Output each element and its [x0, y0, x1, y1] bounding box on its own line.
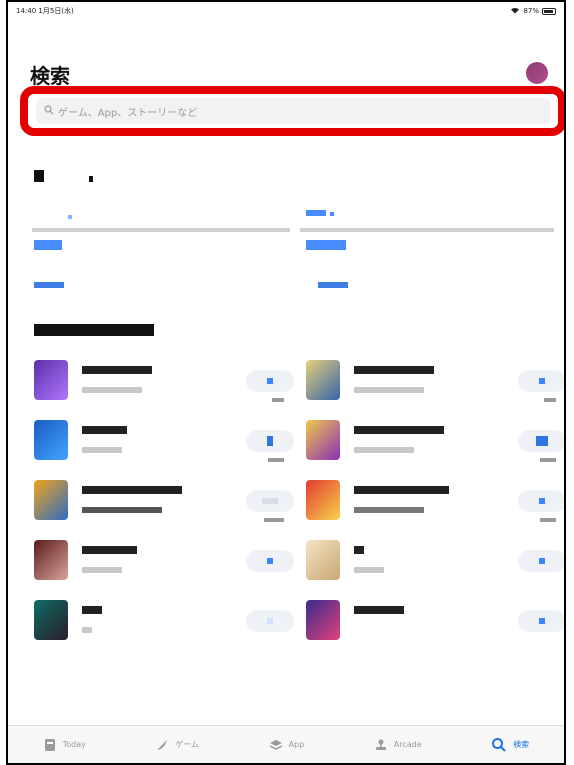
divider	[32, 228, 290, 232]
status-left: 14:40 1月5日(水)	[16, 6, 74, 16]
app-icon	[34, 480, 68, 520]
search-input[interactable]: ゲーム、App、ストーリーなど	[36, 98, 550, 124]
tab-bar: Today ゲーム App Arcade 検索	[8, 725, 564, 763]
app-row[interactable]	[34, 480, 294, 534]
tab-games[interactable]: ゲーム	[155, 738, 199, 752]
price-note-blurred	[540, 456, 556, 464]
app-row[interactable]	[306, 480, 564, 534]
account-avatar[interactable]	[526, 62, 548, 84]
tab-search[interactable]: 検索	[491, 737, 529, 753]
app-row[interactable]	[34, 540, 294, 594]
app-icon	[306, 480, 340, 520]
pixelated-text	[34, 324, 154, 336]
device-frame: 14:40 1月5日(水) 87% 検索 ゲーム、App、ストーリーなど Tod…	[6, 0, 566, 765]
price-note-blurred	[268, 456, 284, 464]
app-name-blurred	[354, 546, 364, 557]
app-row[interactable]	[306, 540, 564, 594]
get-button[interactable]	[246, 370, 294, 392]
get-button[interactable]	[518, 430, 564, 452]
app-name-blurred	[354, 606, 404, 617]
price-note-blurred	[272, 396, 284, 404]
app-subtitle-blurred	[82, 386, 142, 395]
app-row[interactable]	[306, 600, 564, 654]
get-button[interactable]	[246, 550, 294, 572]
status-date: 1月5日(水)	[38, 7, 74, 15]
price-note-blurred	[540, 516, 556, 524]
section-heading-1	[34, 170, 93, 186]
blurred-link[interactable]	[306, 206, 334, 219]
get-button[interactable]	[246, 610, 294, 632]
app-icon	[34, 540, 68, 580]
app-subtitle-blurred	[354, 566, 384, 575]
app-row[interactable]	[34, 420, 294, 474]
wifi-icon	[510, 6, 520, 16]
app-subtitle-blurred	[82, 626, 92, 635]
app-icon	[34, 420, 68, 460]
pixelated-text	[34, 170, 44, 182]
app-name-blurred	[354, 426, 444, 437]
blurred-link[interactable]	[68, 209, 72, 222]
blurred-link[interactable]	[318, 278, 348, 291]
get-button[interactable]	[518, 370, 564, 392]
today-icon	[43, 738, 57, 752]
app-subtitle-blurred	[354, 506, 424, 515]
app-icon	[306, 540, 340, 580]
status-right: 87%	[510, 6, 556, 16]
section-heading-2	[34, 324, 154, 340]
app-row[interactable]	[306, 420, 564, 474]
status-time: 14:40	[16, 7, 37, 15]
search-highlight-box: ゲーム、App、ストーリーなど	[20, 86, 564, 136]
get-button[interactable]	[246, 490, 294, 512]
tab-arcade[interactable]: Arcade	[374, 738, 422, 752]
tab-apps[interactable]: App	[269, 738, 304, 752]
app-name-blurred	[82, 486, 182, 497]
blurred-link[interactable]	[34, 240, 62, 253]
page-title: 検索	[30, 64, 70, 88]
price-note-blurred	[544, 396, 556, 404]
battery-percent: 87%	[523, 7, 539, 15]
rocket-icon	[155, 738, 169, 752]
status-bar: 14:40 1月5日(水) 87%	[8, 2, 564, 20]
app-subtitle-blurred	[354, 446, 414, 455]
joystick-icon	[374, 738, 388, 752]
search-placeholder: ゲーム、App、ストーリーなど	[58, 107, 198, 119]
app-subtitle-blurred	[82, 566, 122, 575]
get-button[interactable]	[518, 550, 564, 572]
app-icon	[34, 600, 68, 640]
get-button[interactable]	[518, 490, 564, 512]
app-name-blurred	[82, 366, 152, 377]
app-name-blurred	[82, 546, 137, 557]
price-note-blurred	[264, 516, 284, 524]
app-icon	[306, 420, 340, 460]
get-button[interactable]	[518, 610, 564, 632]
app-name-blurred	[354, 366, 434, 377]
app-subtitle-blurred	[82, 506, 162, 515]
app-row[interactable]	[34, 600, 294, 654]
pixelated-text	[88, 176, 93, 182]
app-name-blurred	[82, 426, 127, 437]
search-icon	[491, 737, 507, 753]
app-icon	[306, 600, 340, 640]
app-name-blurred	[354, 486, 449, 497]
get-button[interactable]	[246, 430, 294, 452]
search-icon	[44, 104, 58, 118]
app-icon	[34, 360, 68, 400]
tab-today[interactable]: Today	[43, 738, 86, 752]
app-subtitle-blurred	[82, 446, 122, 455]
blurred-link[interactable]	[34, 278, 64, 291]
battery-icon	[542, 7, 556, 15]
divider	[300, 228, 554, 232]
app-row[interactable]	[306, 360, 564, 414]
app-icon	[306, 360, 340, 400]
stack-icon	[269, 738, 283, 752]
app-row[interactable]	[34, 360, 294, 414]
blurred-link[interactable]	[306, 240, 346, 253]
app-name-blurred	[82, 606, 102, 617]
app-subtitle-blurred	[354, 386, 424, 395]
